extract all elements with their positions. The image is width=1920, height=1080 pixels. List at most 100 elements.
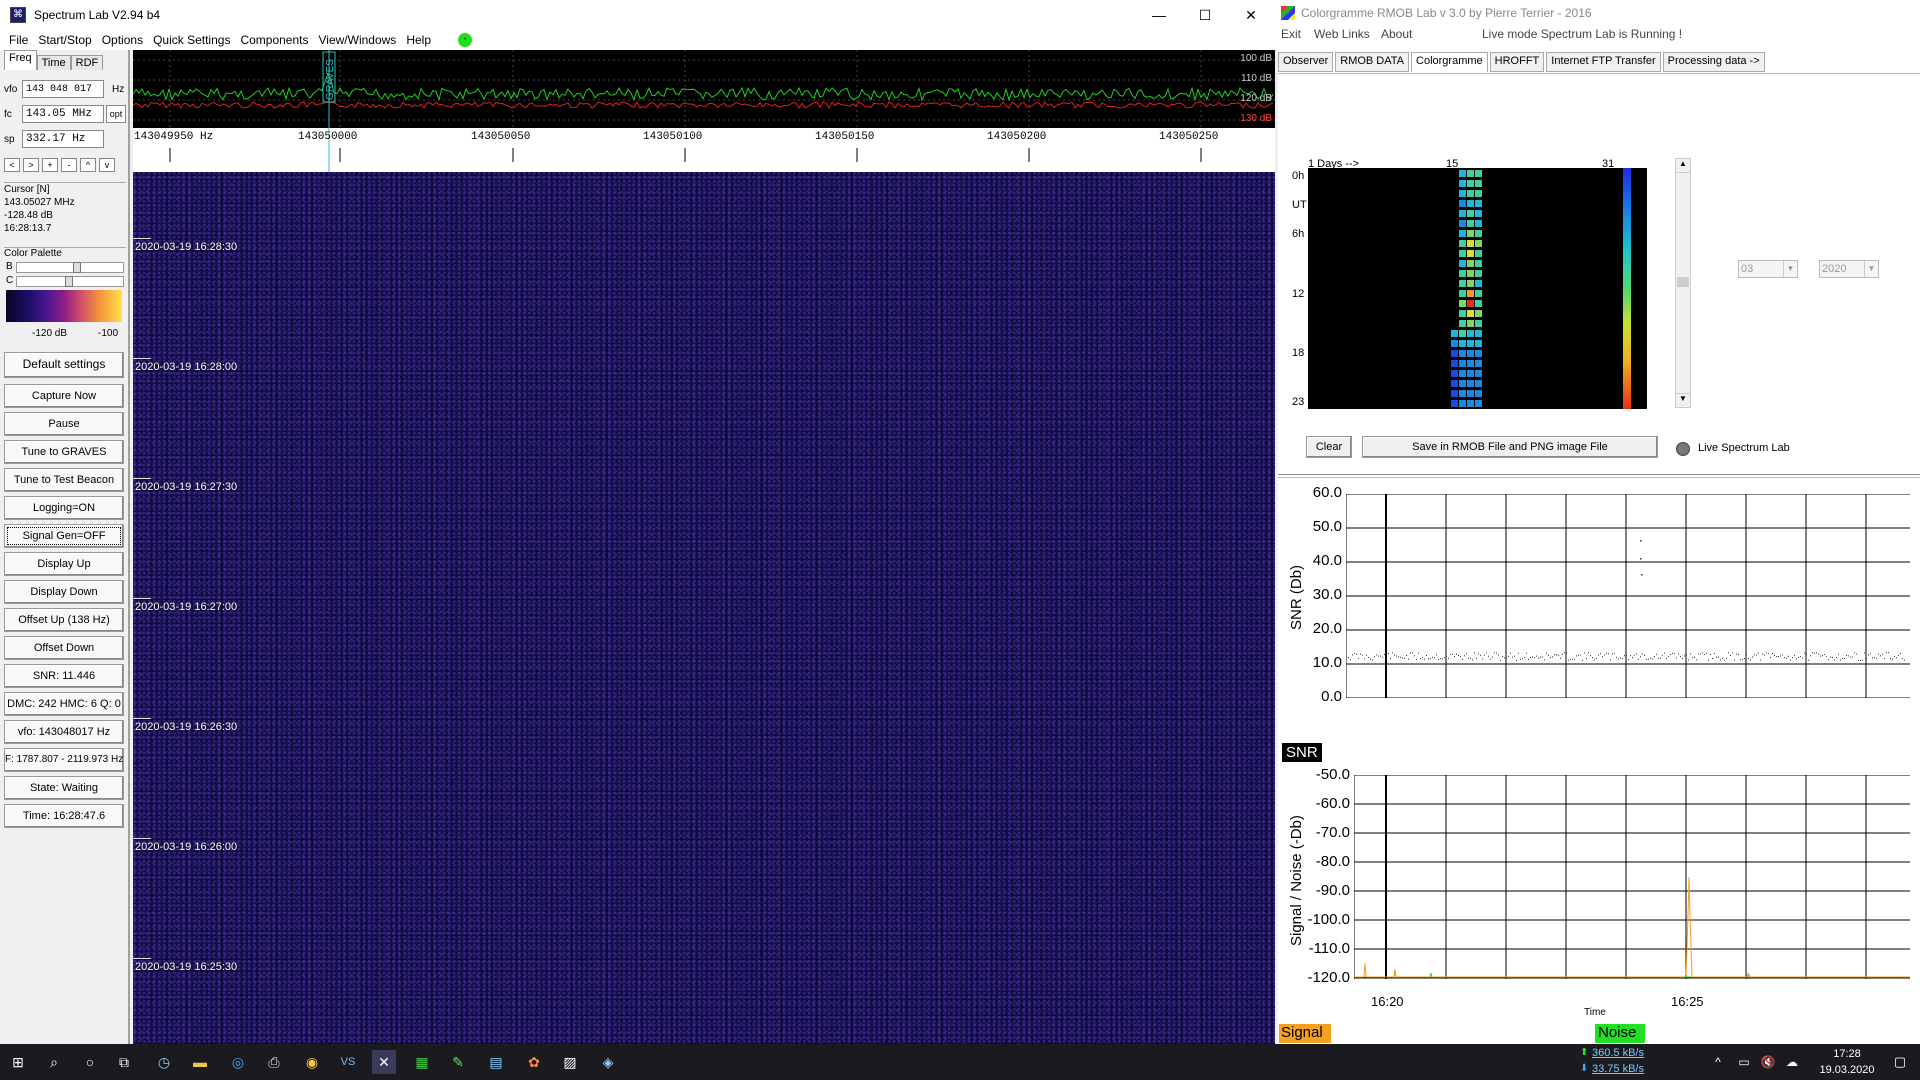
snr-plot[interactable] xyxy=(1345,493,1910,699)
vfo-field[interactable]: 143 048 017 xyxy=(22,80,104,98)
cm-menu-web-links[interactable]: Web Links xyxy=(1314,27,1370,41)
live-indicator-icon[interactable] xyxy=(1676,442,1690,456)
menu-help[interactable]: Help xyxy=(406,33,431,47)
clock-time[interactable]: 17:28 xyxy=(1816,1048,1878,1060)
tab-time[interactable]: Time xyxy=(36,55,71,70)
chrome-icon[interactable]: ◉ xyxy=(300,1050,324,1074)
excel-like-icon[interactable]: ▦ xyxy=(410,1050,434,1074)
clock-app-icon[interactable]: ◷ xyxy=(152,1050,176,1074)
nav-minus-button[interactable]: - xyxy=(61,158,77,172)
close-button[interactable]: ✕ xyxy=(1228,0,1274,30)
scroll-up-arrow-icon[interactable]: ▲ xyxy=(1676,159,1690,173)
nav-down-button[interactable]: v xyxy=(99,158,115,172)
display-up-button[interactable]: Display Up xyxy=(4,552,124,576)
menu-file[interactable]: File xyxy=(9,33,28,47)
snr-point xyxy=(1466,653,1467,655)
notepad-icon[interactable]: ▤ xyxy=(484,1050,508,1074)
frequency-scale[interactable]: 143049950 Hz 143050000 143050050 1430501… xyxy=(133,128,1275,172)
logging-button[interactable]: Logging=ON xyxy=(4,496,124,520)
menu-quick-settings[interactable]: Quick Settings xyxy=(153,33,230,47)
offset-down-button[interactable]: Offset Down xyxy=(4,636,124,660)
tab-colorgramme[interactable]: Colorgramme xyxy=(1411,52,1488,72)
year-select[interactable]: 2020 ▼ xyxy=(1819,260,1879,278)
vs-icon[interactable]: VS xyxy=(336,1050,360,1074)
cm-menu-exit[interactable]: Exit xyxy=(1281,27,1301,41)
task-view-icon[interactable]: ⧉ xyxy=(112,1050,136,1074)
capture-now-button[interactable]: Capture Now xyxy=(4,384,124,408)
opt-button[interactable]: opt xyxy=(106,105,126,123)
signal-gen-button[interactable]: Signal Gen=OFF xyxy=(4,524,124,548)
brightness-slider[interactable] xyxy=(16,262,124,273)
contrast-slider[interactable] xyxy=(16,276,124,287)
cloud-icon[interactable]: ☁ xyxy=(1780,1050,1804,1074)
tab-rdf[interactable]: RDF xyxy=(70,55,104,70)
menu-view-windows[interactable]: View/Windows xyxy=(319,33,397,47)
tune-test-beacon-button[interactable]: Tune to Test Beacon xyxy=(4,468,124,492)
tab-freq[interactable]: Freq xyxy=(4,50,37,70)
state-readout[interactable]: State: Waiting xyxy=(4,776,124,800)
brightness-thumb[interactable] xyxy=(73,262,81,273)
noise-trace xyxy=(1354,970,1910,978)
tool-icon[interactable]: ✎ xyxy=(446,1050,470,1074)
dmc-readout[interactable]: DMC: 242 HMC: 6 Q: 0 xyxy=(4,692,124,716)
display-down-button[interactable]: Display Down xyxy=(4,580,124,604)
menu-start-stop[interactable]: Start/Stop xyxy=(38,33,91,47)
maximize-button[interactable]: ☐ xyxy=(1182,0,1228,30)
notification-icon[interactable]: ▢ xyxy=(1888,1050,1912,1074)
snr-point xyxy=(1802,657,1803,659)
signal-noise-plot[interactable] xyxy=(1353,774,1910,979)
nav-plus-button[interactable]: + xyxy=(42,158,58,172)
clock-date[interactable]: 19.03.2020 xyxy=(1806,1064,1888,1076)
photos-icon[interactable]: ▨ xyxy=(558,1050,582,1074)
speaker-muted-icon[interactable]: 🔇 xyxy=(1756,1050,1780,1074)
misc-app-icon[interactable]: ◈ xyxy=(596,1050,620,1074)
cortana-icon[interactable]: ○ xyxy=(78,1050,102,1074)
save-rmob-png-button[interactable]: Save in RMOB File and PNG image File xyxy=(1362,436,1658,458)
nav-right-button[interactable]: > xyxy=(23,158,39,172)
tab-observer[interactable]: Observer xyxy=(1278,52,1334,72)
windows-start-icon[interactable]: ⊞ xyxy=(6,1050,30,1074)
minimize-button[interactable]: — xyxy=(1136,0,1182,30)
nav-left-button[interactable]: < xyxy=(4,158,20,172)
tune-graves-button[interactable]: Tune to GRAVES xyxy=(4,440,124,464)
scroll-down-arrow-icon[interactable]: ▼ xyxy=(1676,393,1690,407)
scroll-thumb[interactable] xyxy=(1677,277,1689,287)
snr-point xyxy=(1634,654,1635,656)
cursor-level: -128.48 dB xyxy=(4,210,53,221)
snr-point xyxy=(1454,656,1455,657)
nav-up-button[interactable]: ^ xyxy=(80,158,96,172)
pause-button[interactable]: Pause xyxy=(4,412,124,436)
offset-up-button[interactable]: Offset Up (138 Hz) xyxy=(4,608,124,632)
chevron-up-icon[interactable]: ^ xyxy=(1706,1050,1730,1074)
cm-menu-about[interactable]: About xyxy=(1381,27,1412,41)
vfo-readout[interactable]: vfo: 143048017 Hz xyxy=(4,720,124,744)
tab-ftp-transfer[interactable]: Internet FTP Transfer xyxy=(1546,52,1661,72)
menu-options[interactable]: Options xyxy=(102,33,143,47)
snr-point xyxy=(1710,653,1711,655)
clear-button[interactable]: Clear xyxy=(1306,436,1352,458)
sp-field[interactable]: 332.17 Hz xyxy=(22,130,104,148)
spectrumlab-icon[interactable]: ✕ xyxy=(372,1050,396,1074)
file-explorer-icon[interactable]: ▬ xyxy=(188,1050,212,1074)
colorgramme-grid[interactable] xyxy=(1308,168,1647,409)
snr-readout[interactable]: SNR: 11.446 xyxy=(4,664,124,688)
spectrum-display[interactable]: GRAVES 100 dB 110 dB 120 dB 130 dB xyxy=(133,50,1275,128)
search-icon[interactable]: ⌕ xyxy=(42,1050,66,1074)
colorgramme-icon[interactable]: ✿ xyxy=(522,1050,546,1074)
waterfall-display[interactable]: 2020-03-19 16:28:30 2020-03-19 16:28:00 … xyxy=(133,172,1275,1044)
contrast-thumb[interactable] xyxy=(65,276,73,287)
cg-vertical-scrollbar[interactable]: ▲ ▼ xyxy=(1675,158,1691,408)
freq-range-readout[interactable]: F: 1787.807 - 2119.973 Hz xyxy=(4,748,124,772)
network-icon[interactable]: ▭ xyxy=(1732,1050,1756,1074)
tab-rmob-data[interactable]: RMOB DATA xyxy=(1335,52,1410,72)
printer-icon[interactable]: ⎙ xyxy=(262,1050,286,1074)
fc-field[interactable]: 143.05 MHz xyxy=(22,105,104,123)
month-select[interactable]: 03 ▼ xyxy=(1738,260,1798,278)
time-readout[interactable]: Time: 16:28:47.6 xyxy=(4,804,124,828)
safari-icon[interactable]: ◎ xyxy=(226,1050,250,1074)
tab-processing-data[interactable]: Processing data -> xyxy=(1662,52,1765,72)
default-settings-button[interactable]: Default settings xyxy=(4,352,124,378)
menu-components[interactable]: Components xyxy=(240,33,308,47)
status-led-icon[interactable]: • xyxy=(458,33,472,47)
tab-hrofft[interactable]: HROFFT xyxy=(1489,52,1545,72)
